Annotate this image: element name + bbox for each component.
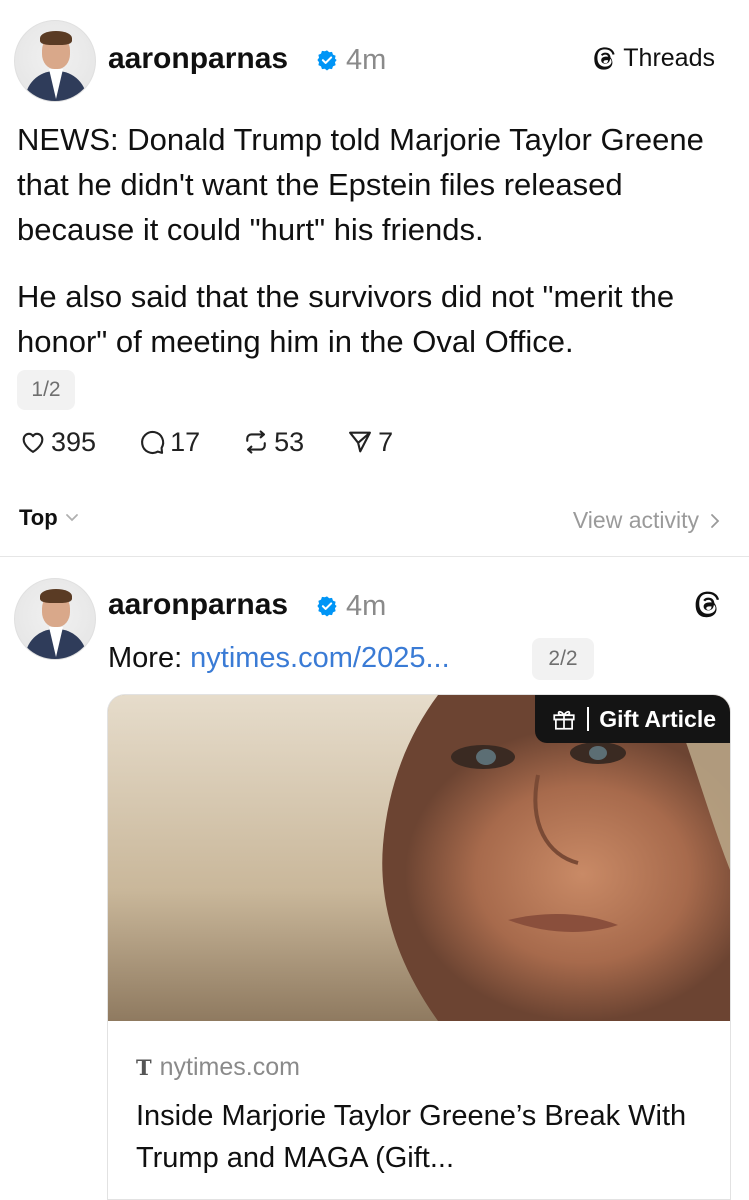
reply-button[interactable]: 17 [138,427,200,458]
article-title[interactable]: Inside Marjorie Taylor Greene’s Break Wi… [136,1095,716,1179]
sort-dropdown[interactable]: Top [19,505,80,531]
chevron-right-icon [711,513,720,528]
article-image [108,695,730,1021]
article-source: T nytimes.com [136,1053,300,1082]
like-button[interactable]: 395 [19,427,96,458]
more-line: More: nytimes.com/2025... [108,642,450,675]
share-count: 7 [378,426,394,457]
threads-label: Threads [623,44,715,72]
comment-icon [141,430,165,454]
repost-count: 53 [274,426,305,457]
divider [0,556,749,557]
repost-button[interactable]: 53 [242,427,304,458]
gift-badge-divider [587,707,590,731]
reply-count: 17 [170,426,201,457]
sort-label: Top [19,505,58,530]
article-link[interactable]: nytimes.com/2025... [190,642,450,675]
heart-icon [22,432,44,453]
send-icon [349,431,372,453]
like-count: 395 [51,426,97,457]
article-domain: nytimes.com [159,1053,300,1081]
verified-badge-icon [317,596,337,617]
link-preview-card[interactable]: Gift Article T nytimes.com Inside Marjor… [107,694,731,1200]
share-button[interactable]: 7 [346,427,393,458]
view-activity-link[interactable]: View activity [573,507,721,534]
nyt-logo-icon: T [136,1055,152,1080]
repost-icon [246,430,266,454]
more-label: More: [108,642,183,674]
threads-logo-icon [594,46,615,70]
view-activity-label: View activity [572,507,699,533]
thread-pager: 2/2 [532,638,594,680]
threads-logo-icon[interactable] [694,590,722,620]
chevron-down-icon [65,514,78,522]
gift-article-badge[interactable]: Gift Article [535,695,730,743]
avatar[interactable] [14,20,96,102]
threads-badge[interactable]: Threads [593,44,715,73]
post-time: 4m [346,590,387,622]
verified-badge-icon [317,50,337,71]
gift-article-label: Gift Article [599,705,716,732]
username[interactable]: aaronparnas [108,42,288,76]
thread-pager: 1/2 [17,370,75,410]
avatar[interactable] [14,578,96,660]
gift-icon [553,710,575,730]
post-actions: 395 17 53 7 [19,424,435,460]
post-time: 4m [346,44,387,76]
post-paragraph-2: He also said that the survivors did not … [17,279,675,359]
post-paragraph-1: NEWS: Donald Trump told Marjorie Taylor … [17,122,704,247]
username[interactable]: aaronparnas [108,588,288,622]
